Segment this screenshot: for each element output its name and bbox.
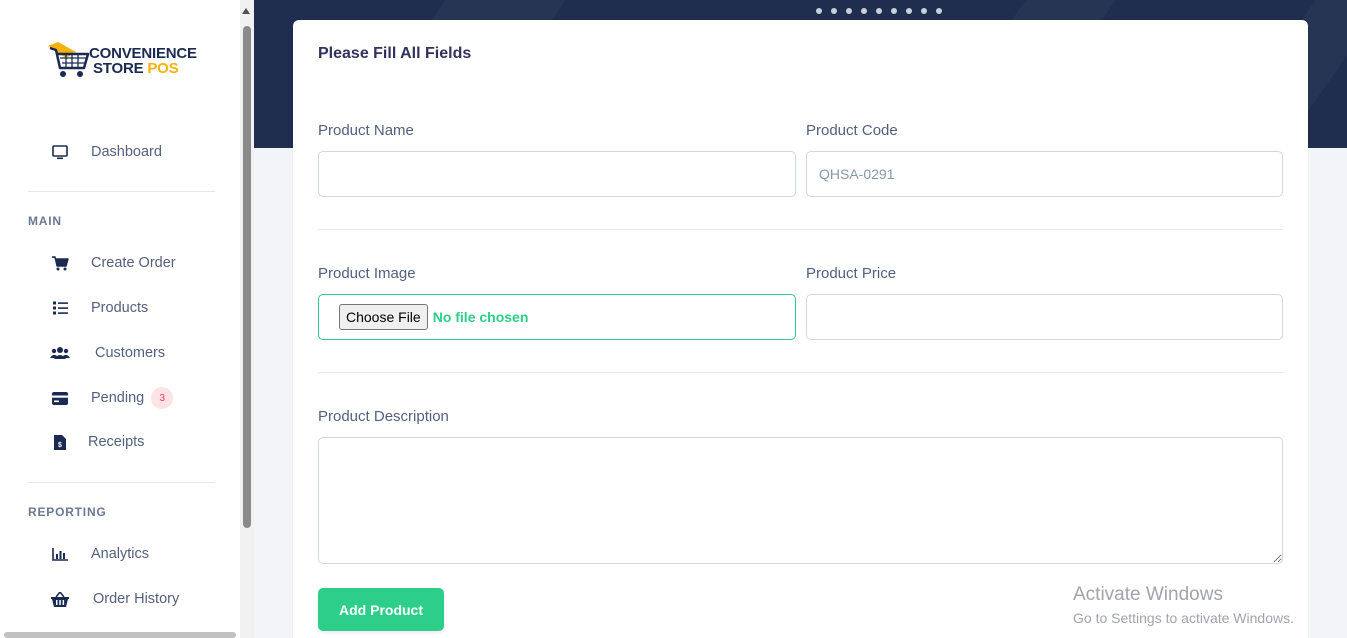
basket-icon [48, 590, 72, 608]
dot [936, 8, 942, 14]
dot [816, 8, 822, 14]
sidebar-item-customers[interactable]: Customers [48, 341, 165, 365]
sidebar-item-label: Pending [91, 390, 145, 406]
add-product-form-card: Please Fill All Fields Product Name Prod… [293, 20, 1308, 638]
scroll-up-arrow-icon[interactable] [242, 8, 250, 14]
sidebar-item-label: Dashboard [91, 144, 162, 160]
sidebar-item-create-order[interactable]: Create Order [48, 251, 176, 275]
sidebar-item-label: Create Order [91, 255, 176, 271]
sidebar-item-label: Analytics [91, 546, 150, 562]
form-title: Please Fill All Fields [318, 45, 472, 62]
credit-card-icon [48, 389, 72, 407]
cart-icon [48, 254, 72, 272]
product-price-label: Product Price [806, 265, 897, 282]
dot [876, 8, 882, 14]
brand-wordmark: CONVENIENCE STORE POS [89, 46, 197, 76]
file-status-text: No file chosen [432, 309, 529, 325]
receipt-icon: $ [48, 433, 72, 451]
users-icon [48, 344, 72, 362]
product-price-input[interactable] [806, 294, 1283, 340]
sidebar-divider [28, 482, 215, 483]
sidebar-item-dashboard[interactable]: Dashboard [48, 140, 162, 164]
sidebar-item-order-history[interactable]: Order History [48, 587, 179, 611]
dot [861, 8, 867, 14]
monitor-icon [48, 143, 72, 161]
watermark-subtitle: Go to Settings to activate Windows. [1073, 610, 1294, 626]
brand-logo[interactable]: CONVENIENCE STORE POS [46, 40, 197, 84]
sidebar-scrollbar-thumb[interactable] [243, 26, 251, 528]
horizontal-scrollbar-thumb[interactable] [4, 632, 236, 638]
sidebar-item-label: Order History [93, 591, 180, 607]
sidebar-item-analytics[interactable]: Analytics [48, 542, 149, 566]
product-name-label: Product Name [318, 122, 414, 139]
sidebar-item-label: Customers [95, 345, 166, 361]
sidebar-divider [28, 191, 215, 192]
add-product-button[interactable]: Add Product [318, 588, 444, 631]
dot [906, 8, 912, 14]
brand-store: STORE [93, 60, 144, 77]
sidebar: CONVENIENCE STORE POS Dashboard MAIN Cre… [0, 0, 254, 638]
sidebar-item-products[interactable]: Products [48, 296, 148, 320]
brand-line-1: CONVENIENCE [89, 45, 197, 62]
product-name-input[interactable] [318, 151, 796, 197]
product-code-input[interactable] [806, 151, 1283, 197]
form-divider [318, 372, 1283, 373]
list-icon [48, 299, 72, 317]
sidebar-section-reporting: REPORTING [28, 505, 107, 519]
svg-text:$: $ [58, 442, 62, 449]
product-image-label: Product Image [318, 265, 416, 282]
choose-file-button[interactable]: Choose File [339, 304, 428, 330]
product-image-file-input[interactable]: Choose File No file chosen [318, 294, 796, 340]
bar-chart-icon [48, 545, 72, 563]
brand-pos: POS [147, 60, 179, 77]
sidebar-section-main: MAIN [28, 214, 62, 228]
dot [846, 8, 852, 14]
windows-activation-watermark: Activate Windows Go to Settings to activ… [1073, 584, 1294, 626]
sidebar-item-label: Products [91, 300, 149, 316]
watermark-title: Activate Windows [1073, 584, 1223, 605]
pending-count-badge: 3 [151, 387, 174, 409]
sidebar-item-label: Receipts [88, 434, 145, 450]
sidebar-item-pending[interactable]: Pending 3 [48, 386, 174, 410]
sidebar-item-receipts[interactable]: $ Receipts [48, 430, 144, 454]
shopping-cart-logo-icon [48, 42, 90, 77]
product-code-label: Product Code [806, 122, 898, 139]
product-description-textarea[interactable] [318, 437, 1283, 564]
form-divider [318, 229, 1283, 230]
product-description-label: Product Description [318, 408, 449, 425]
dot [891, 8, 897, 14]
dot [921, 8, 927, 14]
carousel-dots [816, 8, 942, 14]
dot [831, 8, 837, 14]
